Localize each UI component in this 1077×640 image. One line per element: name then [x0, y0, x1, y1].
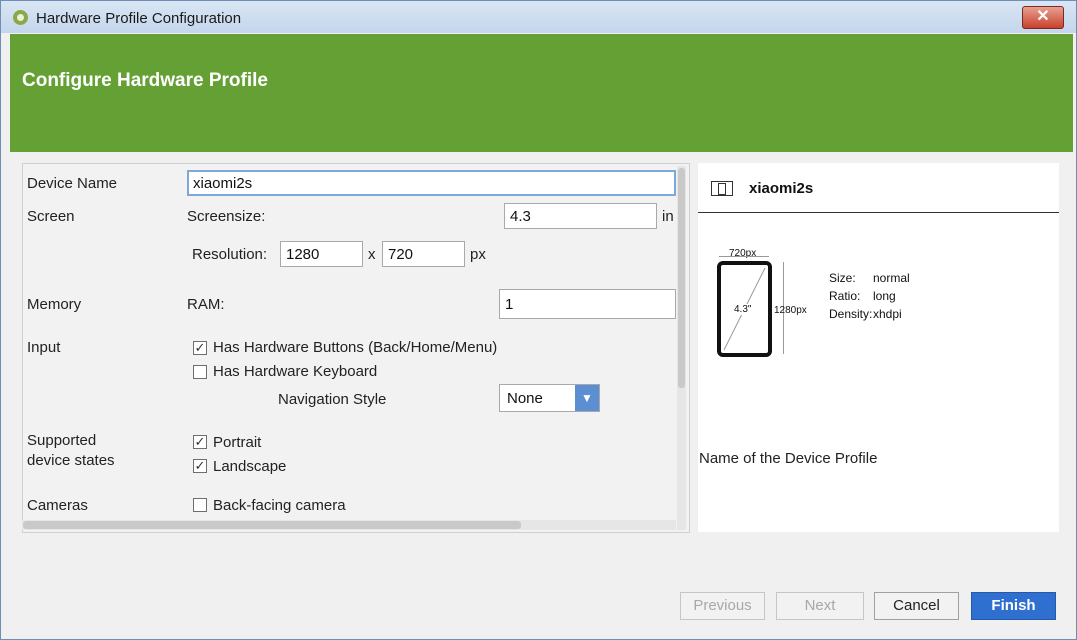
back-camera-label: Back-facing camera [213, 497, 346, 514]
resolution-label: Resolution: [192, 246, 268, 263]
ram-label: RAM: [187, 296, 225, 313]
screensize-unit: in [662, 208, 674, 225]
density-value: xhdpi [873, 307, 902, 321]
preview-diagonal-label: 4.3" [734, 304, 752, 315]
close-button[interactable]: ✕ [1022, 6, 1064, 29]
input-label: Input [27, 339, 61, 356]
device-preview-panel: xiaomi2s 720px 4.3" 1280px Size: normal R… [698, 163, 1059, 532]
page-title: Configure Hardware Profile [22, 70, 268, 91]
screensize-input[interactable] [504, 203, 657, 229]
preview-specs: Size: normal Ratio: long Density:xhdpi [829, 269, 910, 323]
header-banner: Configure Hardware Profile [10, 34, 1073, 152]
hw-keyboard-label: Has Hardware Keyboard [213, 363, 378, 380]
hw-buttons-label: Has Hardware Buttons (Back/Home/Menu) [213, 339, 498, 356]
size-value: normal [873, 271, 910, 285]
memory-label: Memory [27, 296, 82, 313]
landscape-label: Landscape [213, 458, 287, 475]
preview-divider [698, 212, 1059, 213]
back-camera-checkbox[interactable] [193, 498, 207, 512]
cameras-label: Cameras [27, 497, 88, 514]
finish-button[interactable]: Finish [971, 592, 1056, 620]
resolution-width-input[interactable] [280, 241, 363, 267]
nav-style-label: Navigation Style [278, 391, 387, 408]
horizontal-scroll-thumb[interactable] [23, 521, 521, 529]
preview-device-name: xiaomi2s [749, 180, 814, 197]
ram-input[interactable] [499, 289, 676, 319]
resolution-x-label: x [368, 246, 376, 263]
window-title: Hardware Profile Configuration [36, 10, 242, 27]
landscape-checkbox[interactable]: ✓ [193, 459, 207, 473]
vertical-scroll-thumb[interactable] [678, 168, 685, 388]
next-button[interactable]: Next [776, 592, 864, 620]
nav-style-value: None [507, 390, 543, 407]
horizontal-scrollbar[interactable] [22, 520, 676, 530]
vertical-scrollbar[interactable] [677, 166, 686, 530]
supported-states-label-line1: Supported [27, 432, 97, 449]
resolution-height-input[interactable] [382, 241, 465, 267]
size-key: Size: [829, 271, 856, 285]
portrait-checkbox[interactable]: ✓ [193, 435, 207, 449]
ratio-value: long [873, 289, 896, 303]
resolution-unit: px [470, 246, 486, 263]
previous-button[interactable]: Previous [680, 592, 765, 620]
device-name-label: Device Name [27, 175, 118, 192]
phone-outline-icon: 4.3" [717, 261, 772, 357]
preview-width-label: 720px [729, 248, 757, 259]
screensize-label: Screensize: [187, 208, 266, 225]
width-dimension-line [719, 256, 769, 257]
preview-height-label: 1280px [774, 305, 807, 316]
preview-description: Name of the Device Profile [699, 450, 878, 467]
device-name-input[interactable] [187, 170, 676, 196]
portrait-label: Portrait [213, 434, 262, 451]
device-icon [711, 181, 733, 196]
android-app-icon [13, 10, 28, 25]
hw-buttons-checkbox[interactable]: ✓ [193, 341, 207, 355]
cancel-button[interactable]: Cancel [874, 592, 959, 620]
ratio-key: Ratio: [829, 289, 861, 303]
hw-keyboard-checkbox[interactable] [193, 365, 207, 379]
title-bar: Hardware Profile Configuration ✕ [1, 1, 1076, 33]
screen-label: Screen [27, 208, 75, 225]
supported-states-label-line2: device states [27, 452, 115, 469]
nav-style-select[interactable]: None ▼ [499, 384, 600, 412]
chevron-down-icon[interactable]: ▼ [575, 385, 599, 411]
density-key: Density: [829, 307, 873, 321]
